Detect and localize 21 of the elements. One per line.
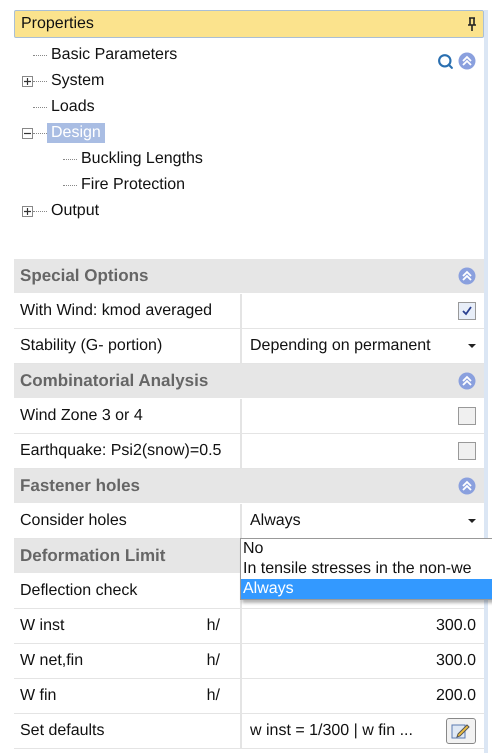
unit-label: h/ [206,617,220,635]
property-label: W inst [20,617,64,635]
unit-label: h/ [206,652,220,670]
property-label: With Wind: kmod averaged [20,302,212,320]
panel-title: Properties [21,15,94,33]
unit-label: h/ [206,687,220,705]
dropdown-value: Always [250,512,301,530]
section-title: Deformation Limit [20,546,166,566]
property-label: W net,fin [20,652,84,670]
section-title: Combinatorial Analysis [20,371,208,391]
property-label: Earthquake: Psi2(snow)=0.5 [20,442,222,460]
property-label: Stability (G- portion) [20,337,162,355]
property-label: Set defaults [20,722,104,740]
section-title: Special Options [20,266,148,286]
dropdown-value: Depending on permanent [250,337,431,355]
property-label: Deflection check [20,582,138,600]
property-label: W fin [20,687,56,705]
section-title: Fastener holes [20,476,140,496]
property-label: Consider holes [20,512,127,530]
property-label: Wind Zone 3 or 4 [20,407,143,425]
value-text: w inst = 1/300 | w fin ... [250,722,413,740]
